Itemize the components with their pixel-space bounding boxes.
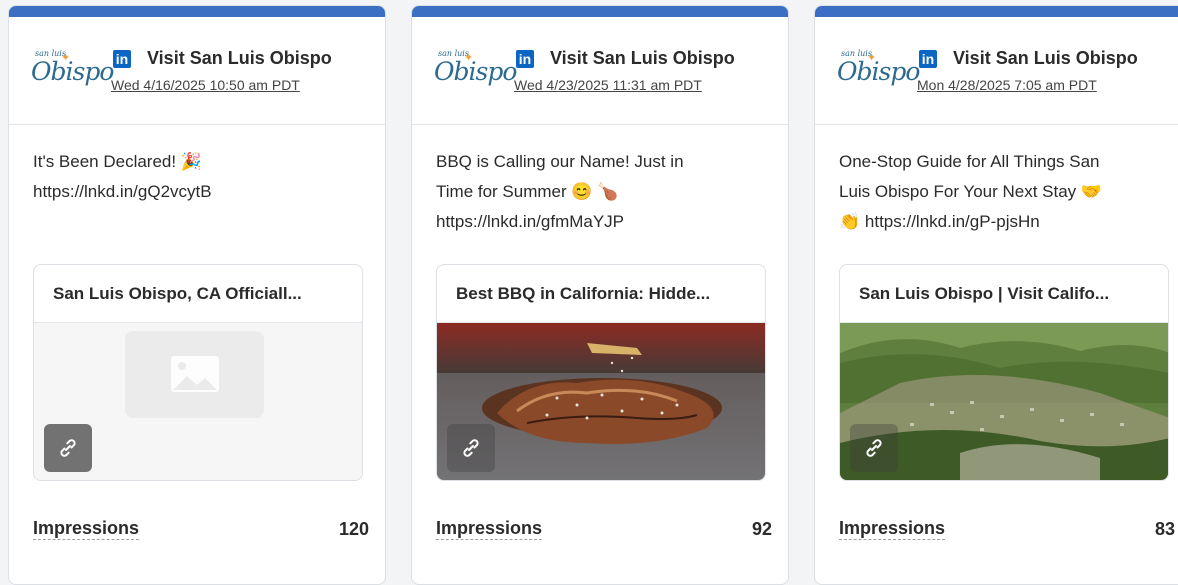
brand-logo: san luis ✦ Obispo: [434, 48, 517, 86]
impressions-label[interactable]: Impressions: [33, 518, 140, 540]
linkedin-icon: in: [919, 49, 937, 68]
post-date-link[interactable]: Mon 4/28/2025 7:05 am PDT: [917, 77, 1138, 93]
link-preview[interactable]: San Luis Obispo, CA Officiall...: [33, 264, 363, 481]
post-card[interactable]: san luis ✦ Obispo in Visit San Luis Obis…: [411, 5, 789, 585]
post-text: It's Been Declared! 🎉 https://lnkd.in/gQ…: [33, 152, 212, 201]
metrics-row: Impressions 83: [839, 518, 1175, 540]
card-header: san luis ✦ Obispo in Visit San Luis Obis…: [815, 17, 1178, 125]
landscape-photo: [840, 323, 1168, 480]
link-icon[interactable]: [447, 424, 495, 472]
card-header: san luis ✦ Obispo in Visit San Luis Obis…: [9, 17, 385, 125]
linkedin-icon: in: [113, 49, 131, 68]
impressions-label[interactable]: Impressions: [436, 518, 543, 540]
metrics-row: Impressions 120: [33, 518, 369, 540]
image-placeholder-icon: [125, 331, 264, 418]
card-accent-bar: [9, 6, 385, 17]
author-name[interactable]: Visit San Luis Obispo: [550, 48, 735, 69]
card-header: san luis ✦ Obispo in Visit San Luis Obis…: [412, 17, 788, 125]
preview-title[interactable]: Best BBQ in California: Hidde...: [437, 265, 765, 323]
impressions-value: 83: [1154, 518, 1175, 539]
post-text: BBQ is Calling our Name! Just in Time fo…: [436, 152, 684, 231]
link-preview[interactable]: Best BBQ in California: Hidde...: [436, 264, 766, 481]
post-card[interactable]: san luis ✦ Obispo in Visit San Luis Obis…: [814, 5, 1178, 585]
post-text: One-Stop Guide for All Things San Luis O…: [839, 152, 1103, 231]
link-icon[interactable]: [850, 424, 898, 472]
preview-title[interactable]: San Luis Obispo | Visit Califo...: [840, 265, 1168, 323]
brand-logo: san luis ✦ Obispo: [31, 48, 114, 86]
card-accent-bar: [412, 6, 788, 17]
impressions-label[interactable]: Impressions: [839, 518, 946, 540]
author-name[interactable]: Visit San Luis Obispo: [147, 48, 332, 69]
post-date-link[interactable]: Wed 4/16/2025 10:50 am PDT: [111, 77, 332, 93]
bbq-steak-photo: [437, 323, 765, 480]
post-board: san luis ✦ Obispo in Visit San Luis Obis…: [0, 0, 1178, 585]
post-card[interactable]: san luis ✦ Obispo in Visit San Luis Obis…: [8, 5, 386, 585]
link-icon[interactable]: [44, 424, 92, 472]
impressions-value: 120: [338, 518, 369, 539]
linkedin-icon: in: [516, 49, 534, 68]
post-date-link[interactable]: Wed 4/23/2025 11:31 am PDT: [514, 77, 735, 93]
card-accent-bar: [815, 6, 1178, 17]
preview-title[interactable]: San Luis Obispo, CA Officiall...: [34, 265, 362, 323]
link-preview[interactable]: San Luis Obispo | Visit Califo...: [839, 264, 1169, 481]
image-placeholder: [34, 323, 362, 480]
impressions-value: 92: [751, 518, 772, 539]
author-name[interactable]: Visit San Luis Obispo: [953, 48, 1138, 69]
brand-logo: san luis ✦ Obispo: [837, 48, 920, 86]
metrics-row: Impressions 92: [436, 518, 772, 540]
